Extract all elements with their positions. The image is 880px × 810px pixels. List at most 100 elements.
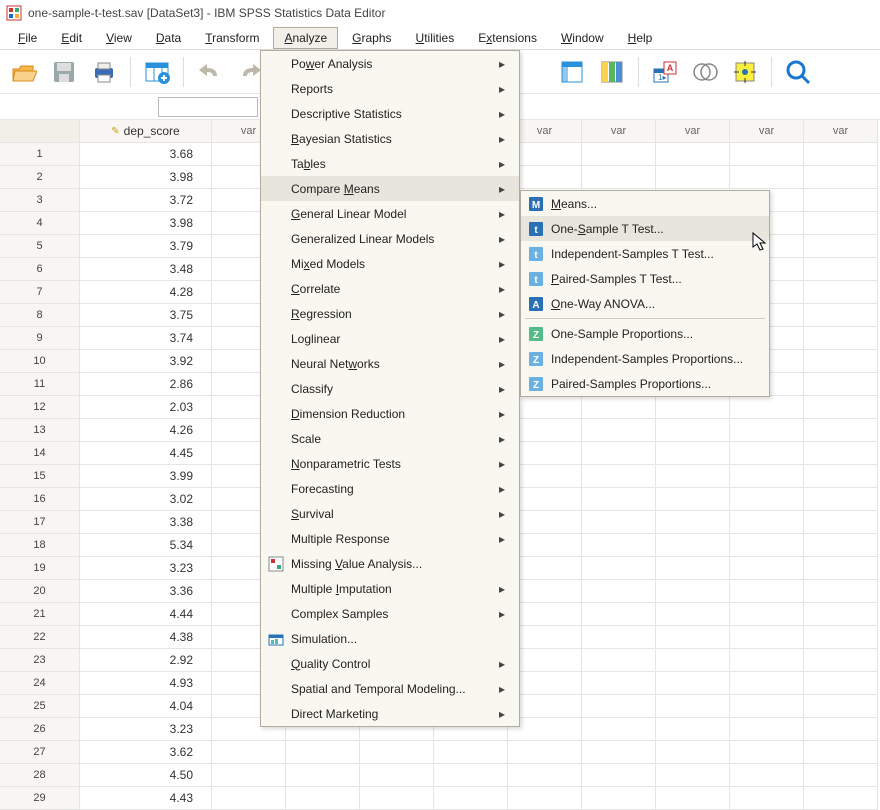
- empty-cell[interactable]: [730, 718, 804, 741]
- row-header[interactable]: 3: [0, 189, 80, 212]
- analyze-item-missing-value-analysis-[interactable]: Missing Value Analysis...: [261, 551, 519, 576]
- data-cell[interactable]: 3.99: [80, 465, 212, 488]
- empty-cell[interactable]: [656, 488, 730, 511]
- row-header[interactable]: 25: [0, 695, 80, 718]
- empty-cell[interactable]: [582, 396, 656, 419]
- empty-cell[interactable]: [582, 557, 656, 580]
- data-cell[interactable]: 3.75: [80, 304, 212, 327]
- row-header[interactable]: 14: [0, 442, 80, 465]
- menu-extensions[interactable]: Extensions: [468, 28, 547, 48]
- empty-cell[interactable]: [582, 787, 656, 810]
- empty-cell[interactable]: [804, 511, 878, 534]
- menu-edit[interactable]: Edit: [51, 28, 92, 48]
- empty-cell[interactable]: [804, 672, 878, 695]
- empty-cell[interactable]: [730, 442, 804, 465]
- empty-cell[interactable]: [656, 718, 730, 741]
- analyze-item-nonparametric-tests[interactable]: Nonparametric Tests▸: [261, 451, 519, 476]
- analyze-item-multiple-imputation[interactable]: Multiple Imputation▸: [261, 576, 519, 601]
- empty-cell[interactable]: [804, 718, 878, 741]
- row-header[interactable]: 17: [0, 511, 80, 534]
- data-cell[interactable]: 3.48: [80, 258, 212, 281]
- data-cell[interactable]: 3.98: [80, 166, 212, 189]
- empty-cell[interactable]: [582, 442, 656, 465]
- compare-item-independent-samples-proportions-[interactable]: ZIndependent-Samples Proportions...: [521, 346, 769, 371]
- empty-cell[interactable]: [286, 787, 360, 810]
- menu-data[interactable]: Data: [146, 28, 191, 48]
- row-header[interactable]: 16: [0, 488, 80, 511]
- empty-cell[interactable]: [730, 143, 804, 166]
- row-header[interactable]: 4: [0, 212, 80, 235]
- empty-cell[interactable]: [656, 787, 730, 810]
- menu-file[interactable]: File: [8, 28, 47, 48]
- empty-cell[interactable]: [804, 442, 878, 465]
- empty-cell[interactable]: [804, 396, 878, 419]
- analyze-item-power-analysis[interactable]: Power Analysis▸: [261, 51, 519, 76]
- empty-cell[interactable]: [656, 626, 730, 649]
- empty-cell[interactable]: [508, 741, 582, 764]
- data-cell[interactable]: 3.98: [80, 212, 212, 235]
- row-header[interactable]: 10: [0, 350, 80, 373]
- compare-item-one-sample-t-test-[interactable]: tOne-Sample T Test...: [521, 216, 769, 241]
- empty-cell[interactable]: [804, 764, 878, 787]
- empty-cell[interactable]: [730, 166, 804, 189]
- data-cell[interactable]: 3.74: [80, 327, 212, 350]
- empty-cell[interactable]: [656, 695, 730, 718]
- row-header[interactable]: 19: [0, 557, 80, 580]
- variables-icon[interactable]: A1▸: [649, 56, 681, 88]
- column-header-empty[interactable]: var: [582, 120, 656, 143]
- menu-transform[interactable]: Transform: [195, 28, 269, 48]
- empty-cell[interactable]: [582, 419, 656, 442]
- empty-cell[interactable]: [804, 534, 878, 557]
- row-header[interactable]: 12: [0, 396, 80, 419]
- row-header[interactable]: 9: [0, 327, 80, 350]
- empty-cell[interactable]: [656, 764, 730, 787]
- print-icon[interactable]: [88, 56, 120, 88]
- analyze-item-survival[interactable]: Survival▸: [261, 501, 519, 526]
- analyze-item-simulation-[interactable]: Simulation...: [261, 626, 519, 651]
- empty-cell[interactable]: [656, 166, 730, 189]
- data-cell[interactable]: 4.38: [80, 626, 212, 649]
- empty-cell[interactable]: [656, 580, 730, 603]
- empty-cell[interactable]: [730, 626, 804, 649]
- column-header-empty[interactable]: var: [730, 120, 804, 143]
- compare-item-paired-samples-t-test-[interactable]: tPaired-Samples T Test...: [521, 266, 769, 291]
- row-header[interactable]: 8: [0, 304, 80, 327]
- data-cell[interactable]: 3.92: [80, 350, 212, 373]
- compare-item-independent-samples-t-test-[interactable]: tIndependent-Samples T Test...: [521, 241, 769, 266]
- compare-item-one-sample-proportions-[interactable]: ZOne-Sample Proportions...: [521, 321, 769, 346]
- data-cell[interactable]: 5.34: [80, 534, 212, 557]
- empty-cell[interactable]: [656, 741, 730, 764]
- data-cell[interactable]: 3.23: [80, 718, 212, 741]
- row-header[interactable]: 20: [0, 580, 80, 603]
- analyze-item-generalized-linear-models[interactable]: Generalized Linear Models▸: [261, 226, 519, 251]
- empty-cell[interactable]: [804, 143, 878, 166]
- empty-cell[interactable]: [804, 488, 878, 511]
- analyze-item-multiple-response[interactable]: Multiple Response▸: [261, 526, 519, 551]
- compare-item-one-way-anova-[interactable]: AOne-Way ANOVA...: [521, 291, 769, 316]
- data-cell[interactable]: 4.28: [80, 281, 212, 304]
- empty-cell[interactable]: [730, 488, 804, 511]
- empty-cell[interactable]: [656, 465, 730, 488]
- empty-cell[interactable]: [582, 511, 656, 534]
- data-cell[interactable]: 3.36: [80, 580, 212, 603]
- empty-cell[interactable]: [212, 764, 286, 787]
- empty-cell[interactable]: [582, 166, 656, 189]
- empty-cell[interactable]: [286, 741, 360, 764]
- empty-cell[interactable]: [730, 534, 804, 557]
- row-header[interactable]: 6: [0, 258, 80, 281]
- analyze-item-forecasting[interactable]: Forecasting▸: [261, 476, 519, 501]
- empty-cell[interactable]: [656, 143, 730, 166]
- venn-icon[interactable]: [689, 56, 721, 88]
- analyze-item-classify[interactable]: Classify▸: [261, 376, 519, 401]
- data-cell[interactable]: 3.72: [80, 189, 212, 212]
- data-cell[interactable]: 3.23: [80, 557, 212, 580]
- data-cell[interactable]: 2.92: [80, 649, 212, 672]
- row-header[interactable]: 23: [0, 649, 80, 672]
- empty-cell[interactable]: [508, 764, 582, 787]
- data-cell[interactable]: 4.43: [80, 787, 212, 810]
- row-header[interactable]: 15: [0, 465, 80, 488]
- empty-cell[interactable]: [360, 764, 434, 787]
- data-cell[interactable]: 4.45: [80, 442, 212, 465]
- row-header[interactable]: 11: [0, 373, 80, 396]
- row-header[interactable]: 7: [0, 281, 80, 304]
